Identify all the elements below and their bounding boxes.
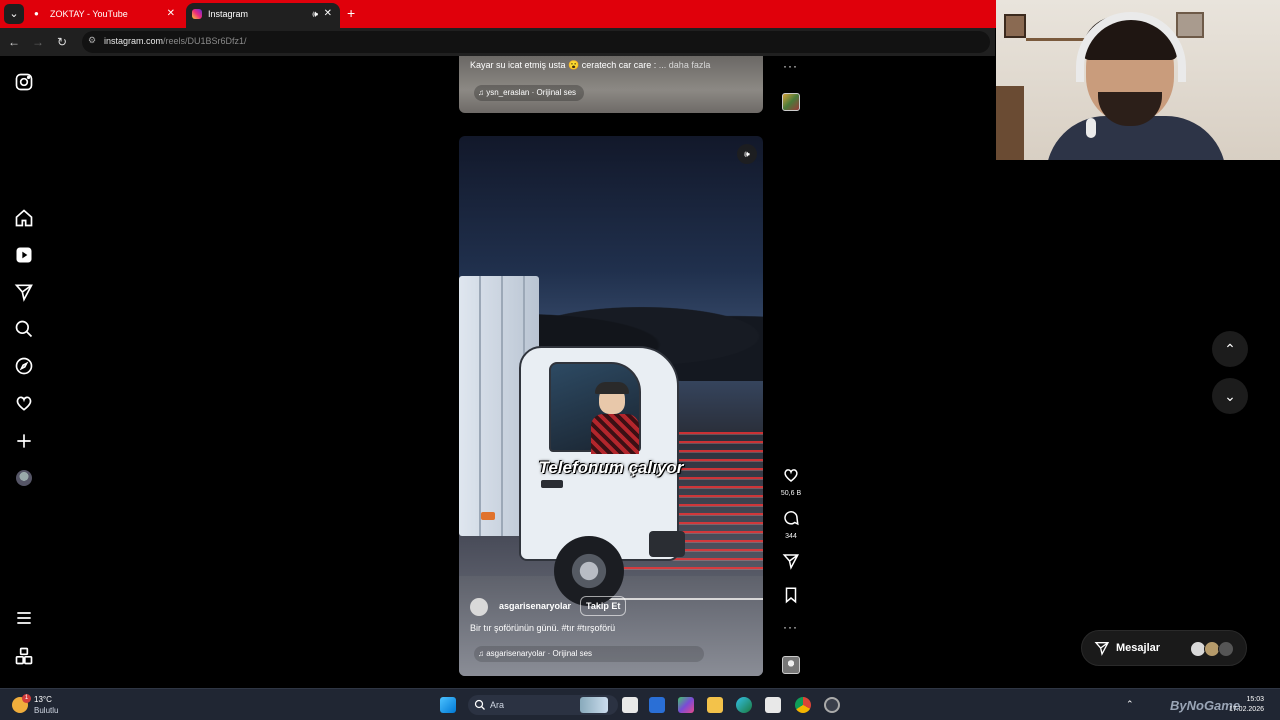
webcam-overlay <box>996 0 1280 160</box>
music-note-icon: ♫ <box>478 88 484 97</box>
cab-window <box>549 362 641 454</box>
comment-count: 344 <box>785 533 797 540</box>
author-username[interactable]: asgarisenaryolar <box>499 601 571 611</box>
url-path: /reels/DU1BSr6Dfz1/ <box>163 36 247 46</box>
share-action[interactable] <box>780 552 802 575</box>
search-highlight-icon[interactable] <box>580 697 608 713</box>
weather-temperature: 13°C <box>34 695 52 704</box>
previous-reel-audio[interactable]: ♫ ysn_eraslan · Orijinal ses <box>474 85 584 101</box>
previous-reel-caption: Kayar su icat etmiş usta 😮 ceratech car … <box>470 60 710 71</box>
follow-button[interactable]: Takip Et <box>580 596 627 616</box>
current-reel-video[interactable]: 🕪 Telefonum çalıyor asgarisenaryolar Tak… <box>459 136 763 676</box>
profile-avatar[interactable] <box>16 470 32 486</box>
home-icon[interactable] <box>14 208 34 228</box>
start-windows-icon[interactable] <box>440 697 456 713</box>
copilot-icon[interactable] <box>678 697 694 713</box>
like-action[interactable]: 50,6 B <box>780 466 802 497</box>
weather-description: Bulutlu <box>34 706 59 715</box>
tab-youtube[interactable]: ● ZOKTAY - YouTube ✕ <box>28 3 183 28</box>
more-link[interactable]: ... daha fazla <box>659 60 711 70</box>
messages-button[interactable]: Mesajlar <box>1081 630 1247 666</box>
tray-expand-chevron-icon[interactable]: ⌃ <box>1126 699 1134 710</box>
weather-widget[interactable]: 1 13°C Bulutlu <box>12 694 72 718</box>
address-bar-row: ← → ↻ ⚙ instagram.com/reels/DU1BSr6Dfz1/ <box>0 28 995 56</box>
message-avatar <box>1218 641 1234 657</box>
messages-send-icon <box>1094 642 1110 656</box>
previous-reel-more-icon[interactable]: ··· <box>783 59 798 73</box>
like-count: 50,6 B <box>780 490 802 497</box>
forward-arrow-icon[interactable]: → <box>30 34 46 50</box>
edge-browser-icon[interactable] <box>736 697 752 713</box>
current-reel-audio[interactable]: ♫ asgarisenaryolar · Orijinal ses <box>474 646 704 662</box>
new-tab-button[interactable]: + <box>347 5 355 21</box>
url-host: instagram.com <box>104 36 164 46</box>
save-action[interactable] <box>780 586 802 609</box>
explore-compass-icon[interactable] <box>14 356 34 376</box>
chrome-icon[interactable] <box>795 697 811 713</box>
close-tab-icon[interactable]: ✕ <box>167 3 175 25</box>
like-heart-icon <box>784 469 798 482</box>
audio-label: ysn_eraslan · Orijinal ses <box>486 88 577 97</box>
next-reel-chevron-down-icon[interactable]: ⌄ <box>1212 378 1248 414</box>
direct-messages-icon[interactable] <box>14 282 34 302</box>
notifications-heart-icon[interactable] <box>14 393 34 413</box>
taskbar-clock[interactable]: 15:03 17.02.2026 <box>1229 695 1264 715</box>
also-from-meta-icon[interactable] <box>14 646 34 666</box>
truck-bumper <box>649 531 685 557</box>
search-label: Ara <box>490 700 505 710</box>
create-plus-icon[interactable] <box>14 431 34 451</box>
truck-side-light <box>481 512 495 520</box>
clock-date: 17.02.2026 <box>1228 706 1264 713</box>
clock-time: 15:03 <box>1246 696 1264 703</box>
reel-description: Bir tır şoförünün günü. #tır #tırşoförü <box>470 623 616 633</box>
close-tab-icon[interactable]: ✕ <box>324 3 332 25</box>
outlook-icon[interactable] <box>649 697 665 713</box>
reload-icon[interactable]: ↻ <box>54 34 70 50</box>
url-text: instagram.com/reels/DU1BSr6Dfz1/ <box>104 36 247 46</box>
current-reel-audio-thumbnail[interactable] <box>782 656 800 674</box>
current-reel-more-icon[interactable]: ··· <box>783 620 798 634</box>
notification-badge: 1 <box>22 694 31 703</box>
more-menu-icon[interactable] <box>14 608 34 628</box>
task-view-icon[interactable] <box>622 697 638 713</box>
sound-toggle-icon[interactable]: 🕪 <box>737 144 757 164</box>
tab-instagram[interactable]: Instagram 🕪 ✕ <box>186 3 340 28</box>
youtube-favicon-icon: ● <box>34 9 39 18</box>
audio-label: asgarisenaryolar · Orijinal ses <box>486 649 593 658</box>
tab-search-button[interactable]: ⌄ <box>4 4 24 24</box>
address-input[interactable]: ⚙ instagram.com/reels/DU1BSr6Dfz1/ <box>82 31 990 53</box>
previous-reel-audio-thumbnail[interactable] <box>782 93 800 111</box>
recording-app-icon[interactable] <box>824 697 840 713</box>
left-nav <box>0 56 48 688</box>
windows-taskbar: 1 13°C Bulutlu Ara ⌃ ByNoGame 15:03 17.0… <box>0 688 1280 720</box>
previous-reel-chevron-up-icon[interactable]: ⌃ <box>1212 331 1248 367</box>
site-info-icon[interactable]: ⚙ <box>88 35 96 46</box>
speaker-icon[interactable]: 🕪 <box>312 3 318 25</box>
author-avatar[interactable] <box>470 598 488 616</box>
search-icon <box>474 699 485 710</box>
file-explorer-icon[interactable] <box>707 697 723 713</box>
music-note-icon: ♫ <box>478 649 484 658</box>
previous-reel-card[interactable]: Kayar su icat etmiş usta 😮 ceratech car … <box>459 56 763 113</box>
video-overlay-text: Telefonum çalıyor <box>538 458 684 477</box>
bookmark-icon <box>785 587 797 604</box>
truck-cab <box>519 346 679 561</box>
messages-label: Mesajlar <box>1116 642 1161 654</box>
caption-text: Kayar su icat etmiş usta 😮 ceratech car … <box>470 60 657 70</box>
system-tray: ⌃ ByNoGame 15:03 17.02.2026 <box>1126 695 1276 717</box>
comment-bubble-icon <box>784 511 799 526</box>
search-icon[interactable] <box>14 319 34 339</box>
instagram-logo-icon[interactable] <box>14 72 34 92</box>
comment-action[interactable]: 344 <box>780 509 802 540</box>
share-send-icon <box>782 554 799 570</box>
instagram-favicon-icon <box>192 9 202 19</box>
tab-title: Instagram <box>208 9 249 19</box>
microsoft-store-icon[interactable] <box>765 697 781 713</box>
reels-icon[interactable] <box>14 245 34 265</box>
back-arrow-icon[interactable]: ← <box>6 34 22 50</box>
tab-title: ZOKTAY - YouTube <box>50 9 128 19</box>
